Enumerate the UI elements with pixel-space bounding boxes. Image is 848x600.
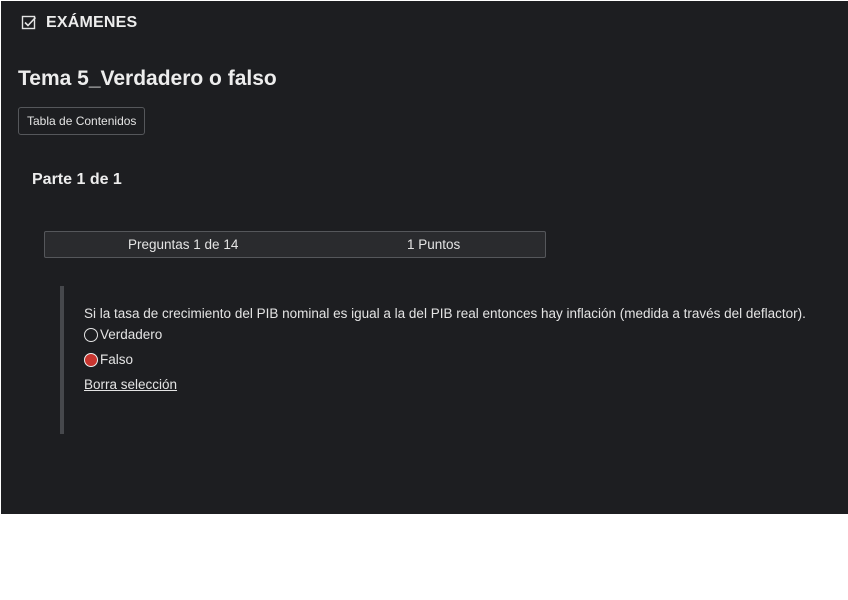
table-of-contents-button[interactable]: Tabla de Contenidos (18, 107, 146, 135)
question-points: 1 Puntos (407, 237, 461, 252)
section-title: EXÁMENES (46, 14, 138, 31)
question-count: Preguntas 1 de 14 (128, 237, 239, 252)
question-text: Si la tasa de crecimiento del PIB nomina… (84, 306, 806, 321)
option-falso[interactable]: Falso (84, 352, 133, 367)
part-indicator: Parte 1 de 1 (32, 171, 122, 188)
page-title: Tema 5_Verdadero o falso (18, 67, 277, 90)
clear-selection-link[interactable]: Borra selección (84, 377, 177, 392)
checkbox-icon (21, 15, 37, 31)
option-label: Verdadero (100, 327, 163, 342)
radio-button-unselected[interactable] (84, 327, 98, 342)
radio-button-selected[interactable] (84, 352, 98, 367)
question-block: Si la tasa de crecimiento del PIB nomina… (60, 286, 848, 434)
question-info-bar: Preguntas 1 de 14 1 Puntos (44, 231, 546, 258)
option-label: Falso (100, 352, 134, 367)
option-verdadero[interactable]: Verdadero (84, 327, 162, 342)
exam-window: EXÁMENES Tema 5_Verdadero o falso Tabla … (1, 1, 848, 514)
section-header: EXÁMENES (21, 14, 137, 32)
